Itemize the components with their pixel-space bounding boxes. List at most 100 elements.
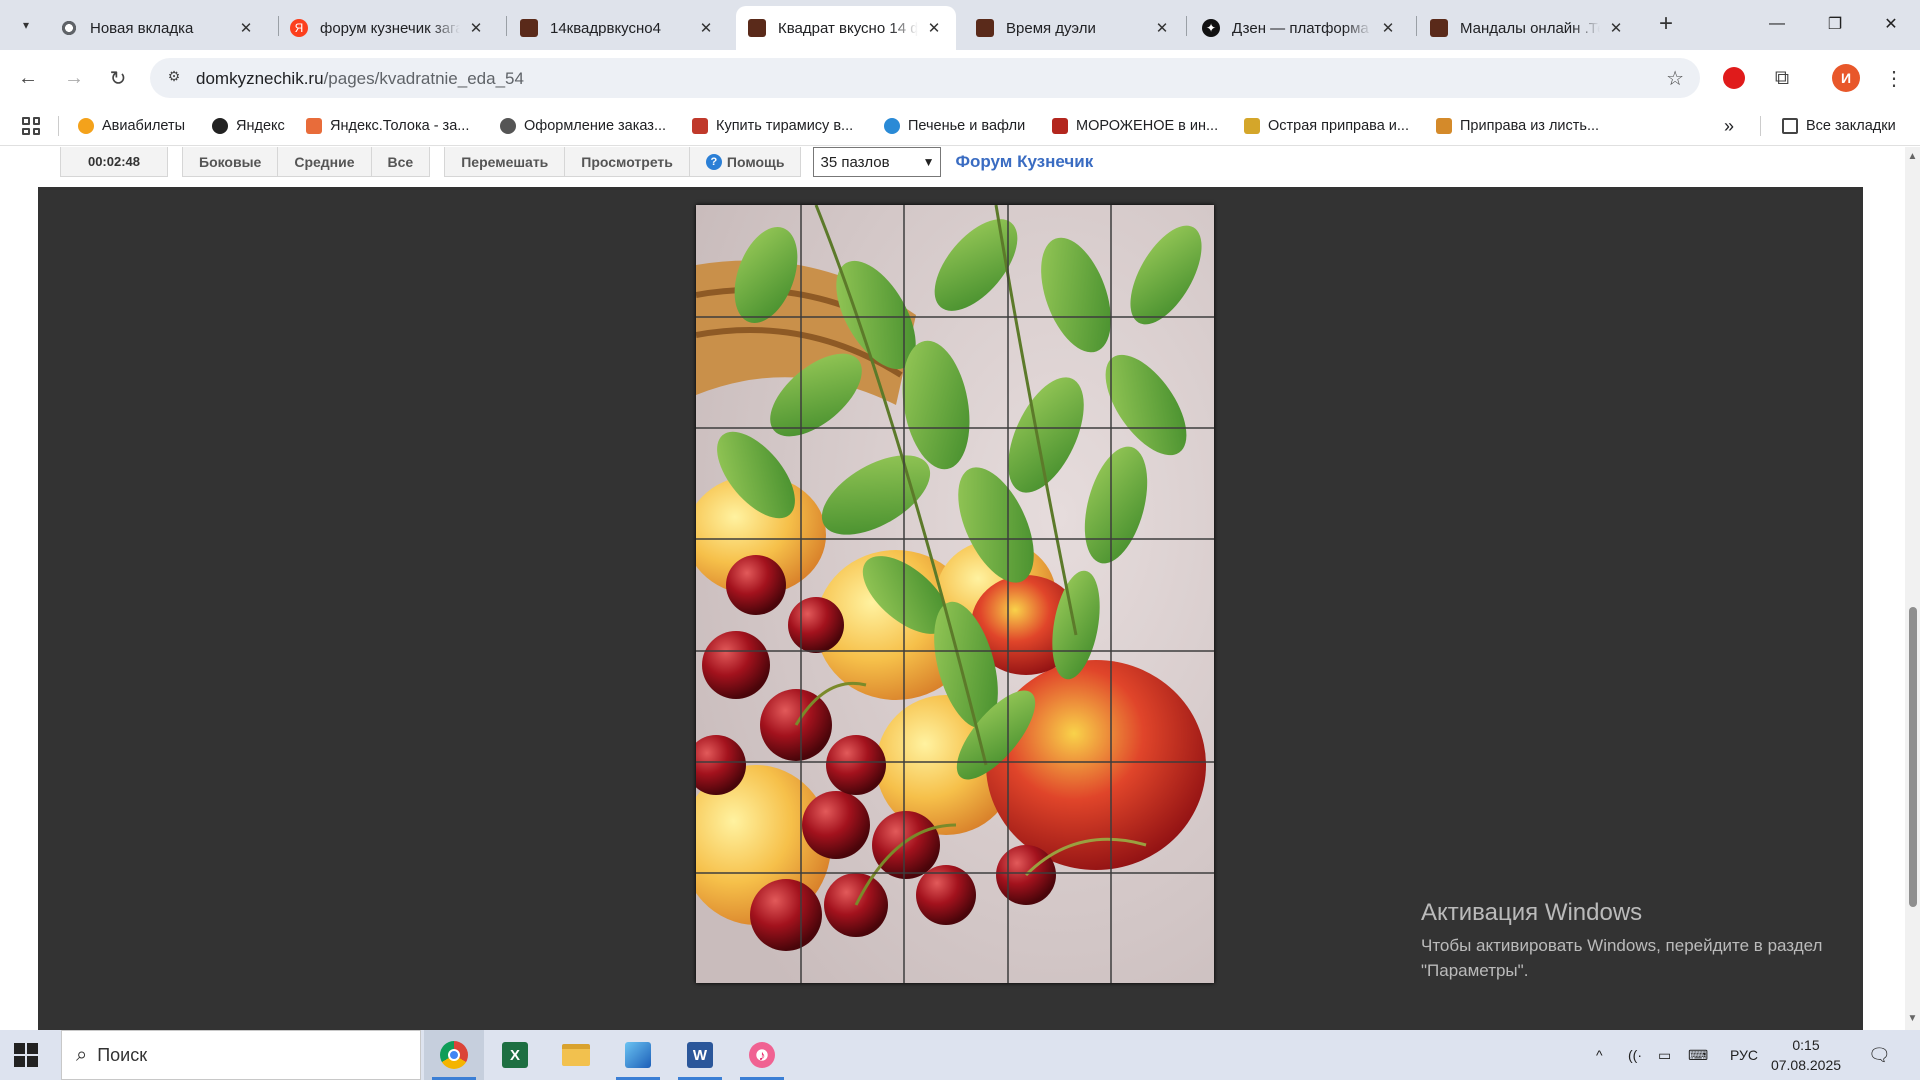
tab-duel[interactable]: Время дуэли ✕ [964, 6, 1184, 50]
scroll-thumb[interactable] [1909, 607, 1917, 907]
keyboard-icon[interactable]: ⌨ [1688, 1030, 1708, 1080]
dropdown-arrow-icon: ▼ [922, 155, 935, 169]
scroll-up-arrow-icon[interactable]: ▲ [1907, 151, 1918, 162]
tab-separator [1416, 16, 1417, 36]
bookmarks-bar: Авиабилеты Яндекс Яндекс.Толока - за... … [0, 106, 1920, 146]
reload-icon: ↻ [109, 67, 127, 90]
tab-new[interactable]: Новая вкладка ✕ [48, 6, 268, 50]
restore-button[interactable]: ❐ [1806, 0, 1864, 48]
search-icon: ⌕ [76, 1043, 88, 1066]
word-icon: W [687, 1042, 713, 1068]
bookmark-item[interactable]: Острая приправа и... [1244, 114, 1409, 138]
forward-button[interactable]: → [58, 62, 90, 94]
help-button[interactable]: ? Помощь [690, 147, 801, 176]
arrow-left-icon: ← [18, 66, 38, 89]
preview-button[interactable]: Просмотреть [565, 147, 690, 176]
bookmark-item[interactable]: Яндекс [212, 114, 285, 138]
globe-icon [500, 118, 516, 134]
tab-puzzle-1[interactable]: 14квадрвкусно4 ✕ [508, 6, 728, 50]
bookmark-item[interactable]: Купить тирамису в... [692, 114, 853, 138]
system-clock[interactable]: 0:15 07.08.2025 [1762, 1035, 1850, 1075]
taskbar-itunes[interactable]: ♪ [732, 1030, 792, 1080]
close-icon[interactable]: ✕ [696, 19, 716, 37]
input-language[interactable]: РУС [1730, 1030, 1758, 1080]
url-text[interactable]: domkyznechik.ru/pages/kvadratnie_eda_54 [196, 69, 524, 89]
grid-line [696, 538, 1214, 541]
menu-dots-icon[interactable]: ⋮ [1880, 64, 1908, 92]
adblock-extension-icon[interactable] [1720, 64, 1748, 92]
bookmark-label: Приправа из листь... [1460, 118, 1600, 134]
bookmark-item[interactable]: Яндекс.Толока - за... [306, 114, 469, 138]
new-tab-button[interactable]: + [1651, 10, 1681, 40]
tab-puzzle-active[interactable]: Квадрат вкусно 14 фрукты ✕ [736, 6, 956, 50]
windows-start-icon[interactable] [14, 1043, 38, 1067]
close-icon[interactable]: ✕ [924, 19, 944, 37]
taskbar-excel[interactable]: X [485, 1030, 545, 1080]
bookmark-label: Острая приправа и... [1268, 118, 1409, 134]
bookmark-item[interactable]: Оформление заказ... [500, 114, 666, 138]
close-icon[interactable]: ✕ [236, 19, 256, 37]
bookmark-star-icon[interactable]: ☆ [1666, 66, 1684, 91]
tab-mandala[interactable]: Мандалы онлайн .Тест ✕ [1418, 6, 1638, 50]
spice-icon [1244, 118, 1260, 134]
tab-dzen[interactable]: ✦ Дзен — платформа для ✕ [1190, 6, 1410, 50]
close-icon[interactable]: ✕ [1378, 19, 1398, 37]
bookmark-item[interactable]: МОРОЖЕНОЕ в ин... [1052, 114, 1218, 138]
scroll-down-arrow-icon[interactable]: ▼ [1907, 1013, 1918, 1024]
close-window-button[interactable]: ✕ [1862, 0, 1920, 48]
all-button[interactable]: Все [372, 147, 430, 176]
profile-avatar[interactable]: И [1832, 64, 1860, 92]
grid-line [799, 205, 802, 983]
forum-link[interactable]: Форум Кузнечик [955, 152, 1093, 172]
close-icon[interactable]: ✕ [1606, 19, 1626, 37]
puzzle-favicon [520, 19, 538, 37]
puzzle-favicon [748, 19, 766, 37]
taskbar-file-explorer[interactable] [546, 1030, 606, 1080]
chrome-icon [440, 1041, 468, 1069]
activation-line2: "Параметры". [1421, 961, 1529, 980]
taskbar-photos[interactable] [608, 1030, 668, 1080]
back-button[interactable]: ← [12, 62, 44, 94]
all-bookmarks-button[interactable]: Все закладки [1782, 114, 1896, 138]
taskbar-search[interactable]: ⌕ Поиск [61, 1030, 421, 1080]
divider [1760, 116, 1761, 136]
tray-overflow-icon[interactable]: ^ [1596, 1030, 1603, 1080]
bookmark-item[interactable]: Печенье и вафли [884, 114, 1025, 138]
tab-yandex-forum[interactable]: Я форум кузнечик загадки ✕ [278, 6, 498, 50]
url-path: /pages/kvadratnie_eda_54 [323, 69, 524, 88]
more-bookmarks-button[interactable]: » [1724, 114, 1734, 138]
taskbar-chrome[interactable] [424, 1030, 484, 1080]
network-icon[interactable]: ((· [1628, 1030, 1642, 1080]
minimize-button[interactable]: — [1748, 0, 1806, 48]
file-explorer-icon [562, 1044, 590, 1066]
extensions-icon[interactable]: ⧉ [1768, 64, 1796, 92]
notifications-icon[interactable]: 🗨 [1868, 1030, 1891, 1080]
cookie-icon [884, 118, 900, 134]
bookmark-label: Авиабилеты [102, 118, 186, 134]
address-bar[interactable]: ⚙ domkyznechik.ru/pages/kvadratnie_eda_5… [150, 58, 1700, 98]
plane-icon [78, 118, 94, 134]
pieces-select[interactable]: 35 пазлов ▼ [813, 147, 942, 177]
shuffle-button[interactable]: Перемешать [445, 147, 566, 176]
bookmark-item[interactable]: Авиабилеты [78, 114, 185, 138]
taskbar-word[interactable]: W [670, 1030, 730, 1080]
page-scrollbar[interactable]: ▲ ▼ [1905, 147, 1920, 1030]
tab-title: Квадрат вкусно 14 фрукты [778, 19, 918, 37]
sides-button[interactable]: Боковые [183, 147, 279, 176]
chrome-icon [60, 19, 78, 37]
tab-search-button[interactable]: ▾ [12, 11, 40, 39]
close-icon[interactable]: ✕ [466, 19, 486, 37]
middle-button[interactable]: Средние [278, 147, 372, 176]
clock-date: 07.08.2025 [1770, 1057, 1842, 1073]
battery-icon[interactable]: ▭ [1658, 1030, 1671, 1080]
close-icon[interactable]: ✕ [1152, 19, 1172, 37]
excel-icon: X [502, 1042, 528, 1068]
grid-line [1110, 205, 1113, 983]
site-settings-icon[interactable]: ⚙ [164, 68, 184, 88]
puzzle-image[interactable] [696, 205, 1214, 983]
apps-grid-icon[interactable] [22, 117, 40, 135]
grid-line [696, 760, 1214, 763]
bookmark-item[interactable]: Приправа из листь... [1436, 114, 1599, 138]
reload-button[interactable]: ↻ [102, 62, 134, 94]
help-label: Помощь [726, 153, 785, 170]
